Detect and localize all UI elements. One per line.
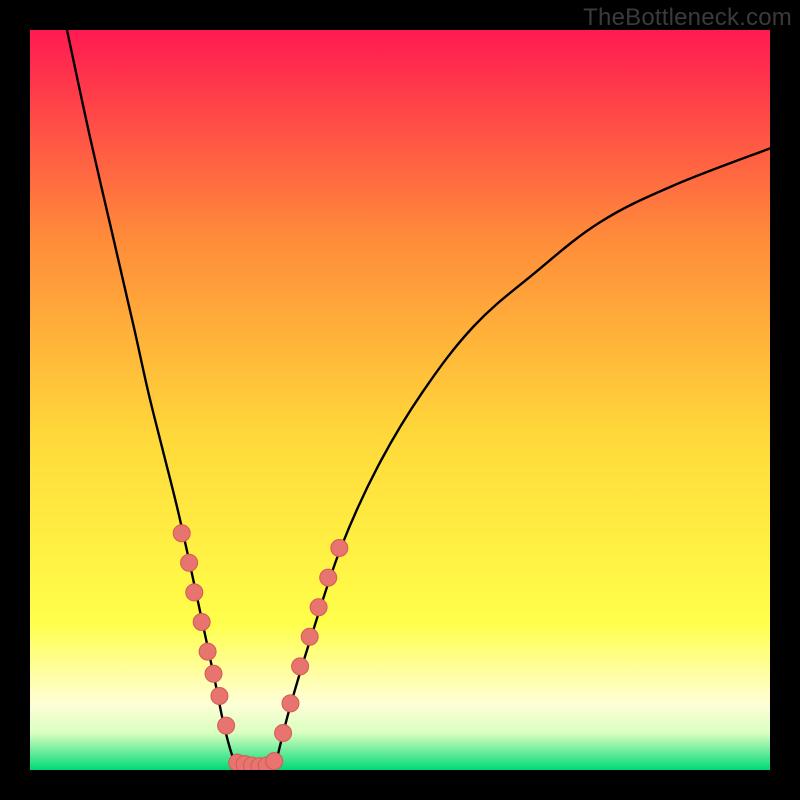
watermark-text: TheBottleneck.com — [583, 4, 792, 32]
data-dot — [331, 540, 348, 557]
data-dot — [218, 717, 235, 734]
data-dot — [199, 643, 216, 660]
data-dot — [205, 665, 222, 682]
data-dot — [193, 614, 210, 631]
data-dot — [292, 658, 309, 675]
data-dot — [282, 695, 299, 712]
chart-svg — [30, 30, 770, 770]
data-dot — [181, 554, 198, 571]
gradient-background — [30, 30, 770, 770]
data-dot — [275, 725, 292, 742]
plot-area — [30, 30, 770, 770]
data-dot — [211, 688, 228, 705]
data-dot — [173, 525, 190, 542]
chart-frame: TheBottleneck.com — [0, 0, 800, 800]
data-dot — [310, 599, 327, 616]
data-dot — [266, 753, 283, 770]
data-dot — [301, 628, 318, 645]
data-dot — [186, 584, 203, 601]
data-dot — [320, 569, 337, 586]
